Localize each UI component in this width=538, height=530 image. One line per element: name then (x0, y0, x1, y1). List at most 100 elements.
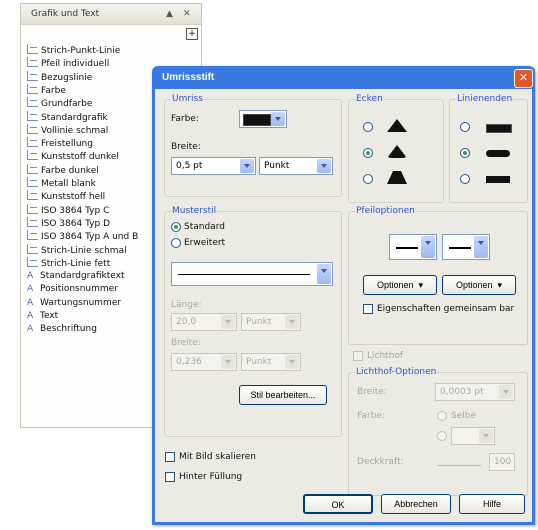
halo-same-radio[interactable] (437, 411, 447, 421)
style-list-item-label: Farbe dunkel (41, 165, 99, 176)
style-list-item[interactable]: Farbe dunkel (27, 163, 99, 177)
pattern-width-label: Breite: (171, 338, 201, 348)
arrow-options-group: Pfeiloptionen Optionen ▾ Optionen ▾ Eige… (348, 206, 528, 345)
style-list-item-label: Standardgrafiktext (40, 271, 125, 282)
pattern-width-unit-value: Punkt (246, 357, 272, 367)
miter-corner-icon (387, 119, 407, 132)
halo-label: Lichthof (367, 351, 404, 361)
outline-group-title: Umriss (171, 94, 204, 104)
style-list-item-label: Positionsnummer (40, 284, 118, 295)
style-list-item[interactable]: A Beschriftung (27, 323, 97, 336)
style-list-item-label: ISO 3864 Typ C (41, 205, 110, 216)
halo-width-select[interactable]: 0,0003 pt (435, 383, 515, 401)
chevron-down-icon (317, 159, 331, 173)
style-list-item-label: Strich-Linie schmal (41, 245, 127, 256)
style-list-item[interactable]: Grundfarbe (27, 97, 92, 110)
color-picker[interactable] (239, 110, 287, 128)
line-pattern-select[interactable] (171, 262, 333, 286)
style-list-item[interactable]: Vollinie schmal (27, 123, 108, 137)
width-unit-select[interactable]: Punkt (259, 157, 333, 175)
style-list-item-label: Strich-Punkt-Linie (41, 46, 121, 56)
corner-radio-round[interactable] (363, 148, 373, 158)
style-list-item[interactable]: Strich-Punkt-Linie (27, 44, 120, 57)
outline-group: Umriss Farbe: Breite: 0,5 pt Punkt (164, 94, 342, 197)
edit-style-button[interactable]: Stil bearbeiten... (239, 385, 327, 405)
line-style-icon (27, 150, 38, 161)
standard-radio[interactable] (171, 222, 181, 232)
share-properties-label: Eigenschaften gemeinsam bar (377, 304, 515, 314)
halo-opacity-slider[interactable] (437, 459, 481, 466)
style-list-item[interactable]: ISO 3864 Typ C (27, 203, 110, 217)
start-arrow-options-button[interactable]: Optionen ▾ (363, 275, 437, 295)
line-style-icon (27, 137, 38, 148)
end-arrow-select[interactable] (442, 234, 490, 260)
start-arrow-line (396, 247, 418, 249)
start-arrow-select[interactable] (389, 234, 437, 260)
cancel-button[interactable]: Abbrechen (381, 494, 451, 514)
style-list-item[interactable]: ISO 3864 Typ A und B (27, 230, 138, 243)
line-style-icon (27, 57, 38, 68)
style-list-item[interactable]: Pfeil individuell (27, 57, 109, 70)
style-list-item[interactable]: A Positionsnummer (27, 283, 118, 296)
pattern-width-spinner[interactable]: 0,236 (171, 353, 237, 371)
dialog-body: Umriss Farbe: Breite: 0,5 pt Punkt Ecken (155, 89, 532, 522)
chevron-down-icon (421, 236, 435, 258)
style-list-item[interactable]: Bezugslinie (27, 70, 92, 84)
cap-radio-square[interactable] (460, 174, 470, 184)
pattern-width-unit-select[interactable]: Punkt (241, 353, 301, 371)
text-style-icon: A (27, 324, 34, 335)
style-list-item[interactable]: ISO 3864 Typ D (27, 216, 110, 230)
help-button[interactable]: Hilfe (459, 494, 525, 514)
standard-label: Standard (184, 222, 225, 232)
panel-close-icon[interactable]: ✕ (183, 9, 191, 19)
erweitert-label: Erweitert (184, 238, 226, 248)
chevron-down-icon (285, 315, 299, 329)
cap-radio-round[interactable] (460, 148, 470, 158)
length-spinner[interactable]: 20,0 (171, 313, 237, 331)
bevel-corner-icon (387, 171, 407, 184)
dialog-close-button[interactable]: ✕ (514, 69, 533, 88)
style-list-item[interactable]: Strich-Linie schmal (27, 243, 127, 257)
line-caps-group: Linienenden (449, 94, 528, 203)
corner-radio-bevel[interactable] (363, 174, 373, 184)
halo-color-label: Farbe: (357, 411, 385, 421)
end-arrow-options-button[interactable]: Optionen ▾ (442, 275, 516, 295)
style-list-item[interactable]: A Standardgrafiktext (27, 270, 125, 283)
style-list-item[interactable]: Kunststoff hell (27, 190, 105, 203)
scale-with-image-checkbox[interactable] (165, 452, 175, 462)
panel-pin-icon[interactable]: ▲ (166, 9, 173, 19)
line-style-icon (27, 190, 38, 201)
style-list-item[interactable]: A Text (27, 310, 58, 323)
style-list-item[interactable]: Kunststoff dunkel (27, 150, 119, 163)
corner-radio-miter[interactable] (363, 122, 373, 132)
halo-custom-radio[interactable] (437, 431, 447, 441)
width-unit-value: Punkt (264, 161, 290, 171)
ok-button[interactable]: OK (303, 494, 373, 514)
style-list-item[interactable]: Standardgrafik (27, 110, 108, 124)
add-style-icon[interactable]: + (186, 28, 198, 40)
style-list-item-label: Farbe (41, 85, 66, 96)
line-style-icon (27, 243, 38, 254)
style-list-item[interactable]: Metall blank (27, 177, 96, 190)
line-style-icon (27, 256, 38, 267)
halo-color-picker[interactable] (451, 427, 495, 445)
halo-same-label: Selbe (451, 411, 477, 421)
style-list-item[interactable]: A Wartungsnummer (27, 297, 121, 310)
style-list-item[interactable]: Freistellung (27, 137, 93, 150)
erweitert-radio[interactable] (171, 238, 181, 248)
halo-opacity-value: 100 (494, 457, 512, 467)
color-label: Farbe: (171, 114, 199, 124)
halo-opacity-input[interactable]: 100 (489, 453, 515, 471)
width-select[interactable]: 0,5 pt (171, 157, 256, 175)
line-style-icon (27, 177, 38, 187)
share-properties-checkbox[interactable] (363, 304, 373, 314)
line-caps-group-title: Linienenden (456, 94, 514, 104)
round-cap-icon (486, 150, 510, 157)
cap-radio-butt[interactable] (460, 122, 470, 132)
behind-fill-checkbox[interactable] (165, 472, 175, 482)
spinner-icon (221, 355, 235, 369)
style-list-item[interactable]: Farbe (27, 83, 66, 97)
length-unit-select[interactable]: Punkt (241, 313, 301, 331)
halo-checkbox[interactable] (353, 351, 363, 361)
style-list-item[interactable]: Strich-Linie fett (27, 256, 110, 270)
